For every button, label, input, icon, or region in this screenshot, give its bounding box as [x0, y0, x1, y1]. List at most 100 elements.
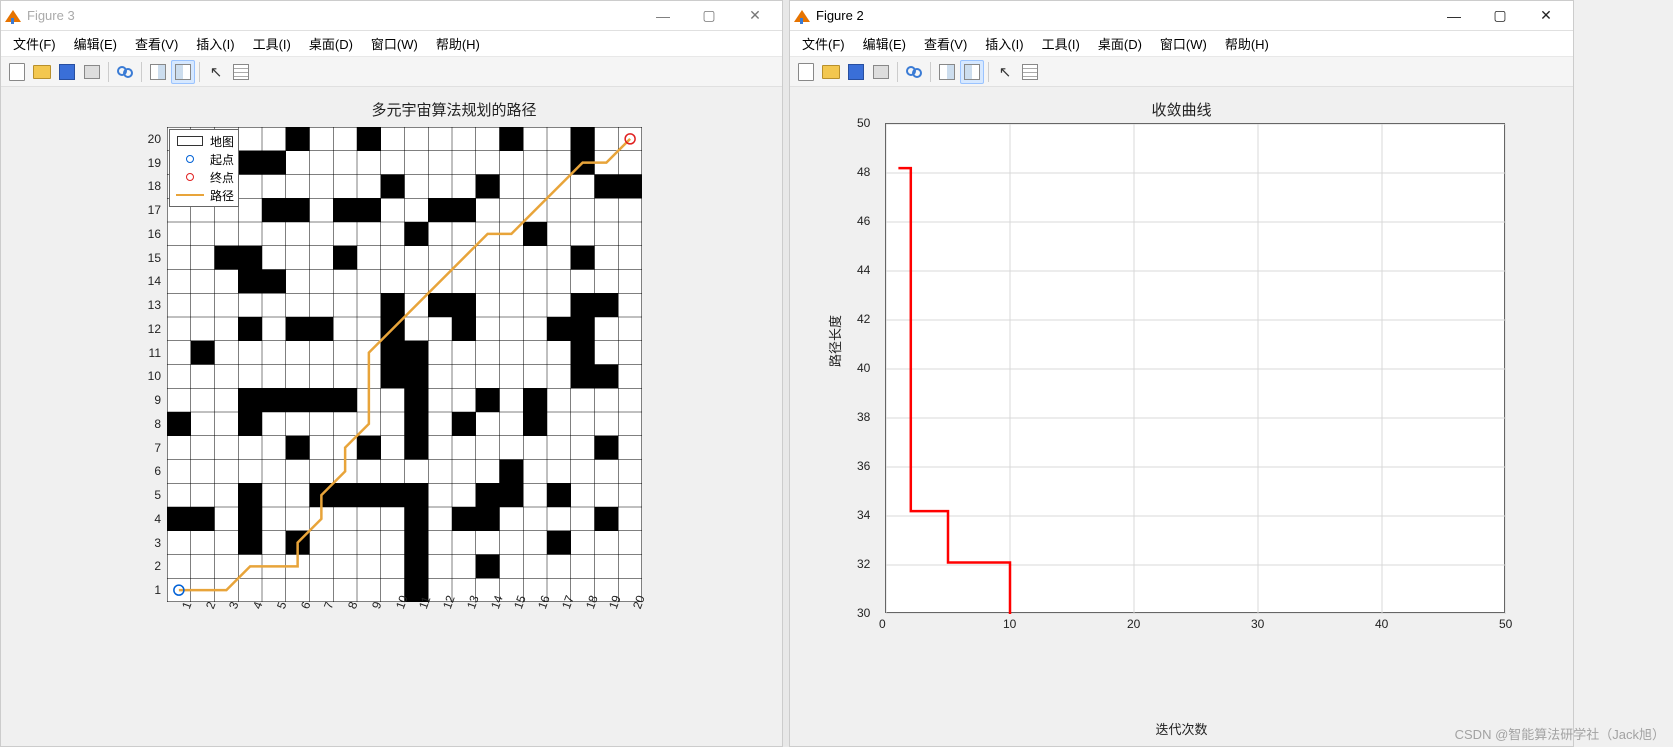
- new-icon[interactable]: [5, 60, 29, 84]
- ytick: 40: [857, 361, 870, 375]
- toolbar-fig2: [790, 57, 1573, 87]
- close-button[interactable]: ✕: [732, 2, 778, 30]
- watermark: CSDN @智能算法研学社（Jack旭）: [1455, 724, 1665, 743]
- menu-insert[interactable]: 插入(I): [977, 32, 1031, 55]
- ytick: 50: [857, 116, 870, 130]
- menubar-fig2: 文件(F) 编辑(E) 查看(V) 插入(I) 工具(I) 桌面(D) 窗口(W…: [790, 31, 1573, 57]
- ytick: 10: [148, 369, 161, 383]
- plot-title-fig3: 多元宇宙算法规划的路径: [371, 99, 536, 120]
- link-icon[interactable]: [902, 60, 926, 84]
- ytick: 48: [857, 165, 870, 179]
- xtick: 40: [1375, 617, 1388, 631]
- menubar-fig3: 文件(F) 编辑(E) 查看(V) 插入(I) 工具(I) 桌面(D) 窗口(W…: [1, 31, 782, 57]
- menu-help[interactable]: 帮助(H): [1217, 32, 1277, 55]
- ytick: 14: [148, 274, 161, 288]
- ytick: 15: [148, 251, 161, 265]
- xtick: 50: [1499, 617, 1512, 631]
- xtick: 10: [1003, 617, 1016, 631]
- ytick: 7: [154, 441, 161, 455]
- minimize-button[interactable]: —: [1431, 2, 1477, 30]
- minimize-button[interactable]: —: [640, 2, 686, 30]
- menu-edit[interactable]: 编辑(E): [855, 32, 914, 55]
- ytick: 30: [857, 606, 870, 620]
- xtick: 20: [1127, 617, 1140, 631]
- ylabel-fig2: 路径长度: [825, 315, 844, 367]
- menu-desktop[interactable]: 桌面(D): [301, 32, 361, 55]
- axes-fig2[interactable]: [885, 123, 1505, 613]
- menu-tools[interactable]: 工具(I): [1034, 32, 1088, 55]
- figure-3-window: Figure 3 — ▢ ✕ 文件(F) 编辑(E) 查看(V) 插入(I) 工…: [0, 0, 783, 747]
- plot-area-fig2: 收敛曲线 路径长度 迭代次数 30 32 34 36 38 40 42 44 46 48 50 0 10…: [790, 87, 1573, 746]
- ytick: 19: [148, 156, 161, 170]
- ytick: 3: [154, 536, 161, 550]
- pointer-icon[interactable]: [993, 60, 1017, 84]
- legend-end: 终点: [210, 169, 234, 186]
- ytick: 6: [154, 464, 161, 478]
- ytick: 13: [148, 298, 161, 312]
- legend-map: 地图: [210, 133, 234, 150]
- open-icon[interactable]: [819, 60, 843, 84]
- save-icon[interactable]: [55, 60, 79, 84]
- ytick: 42: [857, 312, 870, 326]
- menu-file[interactable]: 文件(F): [5, 32, 64, 55]
- ytick: 8: [154, 417, 161, 431]
- maximize-button[interactable]: ▢: [1477, 2, 1523, 30]
- ytick: 18: [148, 179, 161, 193]
- ytick: 5: [154, 488, 161, 502]
- figure-2-window: Figure 2 — ▢ ✕ 文件(F) 编辑(E) 查看(V) 插入(I) 工…: [789, 0, 1574, 747]
- inspector-icon[interactable]: [1018, 60, 1042, 84]
- menu-tools[interactable]: 工具(I): [245, 32, 299, 55]
- menu-desktop[interactable]: 桌面(D): [1090, 32, 1150, 55]
- toolbar-fig3: [1, 57, 782, 87]
- tile-right-icon[interactable]: [960, 60, 984, 84]
- ytick: 38: [857, 410, 870, 424]
- new-icon[interactable]: [794, 60, 818, 84]
- ytick: 17: [148, 203, 161, 217]
- menu-window[interactable]: 窗口(W): [363, 32, 426, 55]
- print-icon[interactable]: [869, 60, 893, 84]
- ytick: 32: [857, 557, 870, 571]
- titlebar-fig2[interactable]: Figure 2 — ▢ ✕: [790, 1, 1573, 31]
- close-button[interactable]: ✕: [1523, 2, 1569, 30]
- ytick: 36: [857, 459, 870, 473]
- ytick: 1: [154, 583, 161, 597]
- menu-edit[interactable]: 编辑(E): [66, 32, 125, 55]
- xtick: 20: [630, 593, 648, 610]
- legend-path: 路径: [210, 187, 234, 204]
- ytick: 34: [857, 508, 870, 522]
- xtick: 30: [1251, 617, 1264, 631]
- tile-left-icon[interactable]: [935, 60, 959, 84]
- plot-area-fig3: 多元宇宙算法规划的路径 地图 起点 终点 路径 1122334455667788…: [1, 87, 782, 746]
- open-icon[interactable]: [30, 60, 54, 84]
- ytick: 12: [148, 322, 161, 336]
- save-icon[interactable]: [844, 60, 868, 84]
- pointer-icon[interactable]: [204, 60, 228, 84]
- xlabel-fig2: 迭代次数: [1155, 719, 1207, 738]
- ytick: 44: [857, 263, 870, 277]
- ytick: 9: [154, 393, 161, 407]
- menu-insert[interactable]: 插入(I): [188, 32, 242, 55]
- ytick: 46: [857, 214, 870, 228]
- xtick: 0: [879, 617, 886, 631]
- plot-title-fig2: 收敛曲线: [1151, 99, 1211, 120]
- menu-file[interactable]: 文件(F): [794, 32, 853, 55]
- tile-left-icon[interactable]: [146, 60, 170, 84]
- legend-fig3[interactable]: 地图 起点 终点 路径: [169, 129, 239, 207]
- matlab-logo-icon: [794, 8, 810, 24]
- link-icon[interactable]: [113, 60, 137, 84]
- menu-help[interactable]: 帮助(H): [428, 32, 488, 55]
- ytick: 4: [154, 512, 161, 526]
- titlebar-fig3[interactable]: Figure 3 — ▢ ✕: [1, 1, 782, 31]
- tile-right-icon[interactable]: [171, 60, 195, 84]
- ytick: 16: [148, 227, 161, 241]
- ytick: 2: [154, 559, 161, 573]
- menu-window[interactable]: 窗口(W): [1152, 32, 1215, 55]
- menu-view[interactable]: 查看(V): [127, 32, 186, 55]
- ytick: 20: [148, 132, 161, 146]
- inspector-icon[interactable]: [229, 60, 253, 84]
- print-icon[interactable]: [80, 60, 104, 84]
- menu-view[interactable]: 查看(V): [916, 32, 975, 55]
- matlab-logo-icon: [5, 8, 21, 24]
- window-title-fig2: Figure 2: [816, 8, 1431, 23]
- maximize-button[interactable]: ▢: [686, 2, 732, 30]
